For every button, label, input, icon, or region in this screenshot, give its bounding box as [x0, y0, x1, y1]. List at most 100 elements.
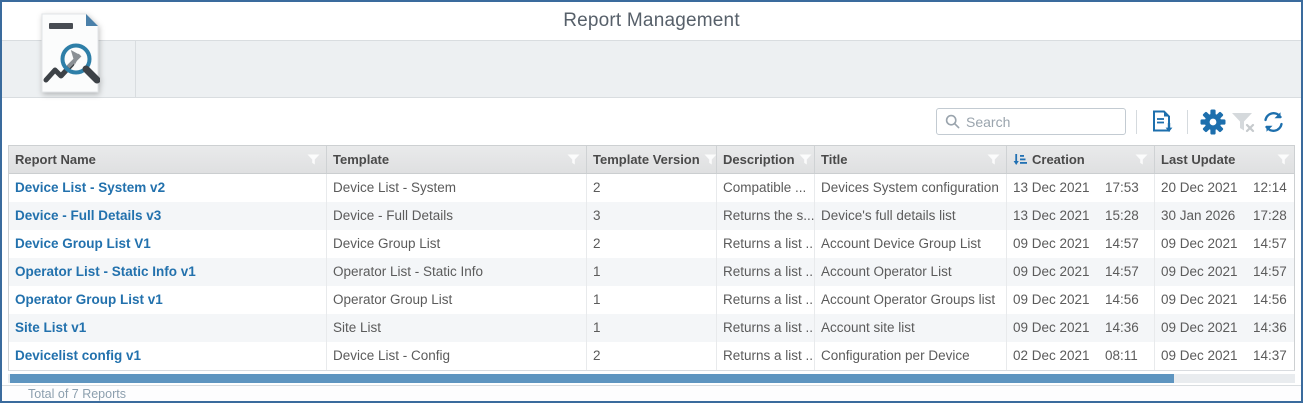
description-cell: Returns a list ...	[716, 230, 814, 258]
toolbar	[2, 98, 1301, 145]
sort-ascending-icon	[1013, 154, 1027, 165]
table-row: Device List - System v2 Device List - Sy…	[9, 174, 1294, 202]
creation-date: 13 Dec 2021	[1013, 208, 1090, 223]
column-filter-icon[interactable]	[799, 154, 812, 165]
tab-strip	[2, 13, 1301, 98]
column-filter-icon[interactable]	[1135, 154, 1148, 165]
creation-cell: 09 Dec 2021 14:56	[1006, 286, 1154, 314]
title-cell: Device's full details list	[814, 202, 1006, 230]
clear-filters-button[interactable]	[1228, 107, 1258, 137]
column-header[interactable]: Title	[814, 146, 1006, 173]
report-name-link[interactable]: Operator List - Static Info v1	[15, 264, 196, 279]
horizontal-scrollbar-track	[8, 374, 1295, 383]
reports-table: Report Name Template Template Version De…	[8, 145, 1295, 371]
creation-cell: 09 Dec 2021 14:36	[1006, 314, 1154, 342]
column-filter-icon[interactable]	[987, 154, 1000, 165]
horizontal-scrollbar-thumb[interactable]	[10, 374, 1174, 383]
column-filter-icon[interactable]	[567, 154, 580, 165]
last-update-cell: 20 Dec 2021 12:14	[1154, 174, 1296, 202]
template-cell: Device List - Config	[326, 342, 586, 370]
template-version-cell: 2	[586, 230, 716, 258]
title-cell: Account site list	[814, 314, 1006, 342]
report-name-link[interactable]: Operator Group List v1	[15, 292, 163, 307]
creation-date: 13 Dec 2021	[1013, 180, 1090, 195]
total-reports-label: Total of 7 Reports	[28, 386, 126, 401]
creation-time: 14:56	[1105, 292, 1139, 307]
column-header[interactable]: Description	[716, 146, 814, 173]
reports-module-tab[interactable]	[40, 12, 101, 94]
last-update-time: 12:14	[1253, 180, 1287, 195]
last-update-cell: 30 Jan 2026 17:28	[1154, 202, 1296, 230]
last-update-cell: 09 Dec 2021 14:37	[1154, 342, 1296, 370]
filter-clear-icon	[1232, 112, 1255, 132]
title-cell: Account Operator Groups list	[814, 286, 1006, 314]
last-update-date: 09 Dec 2021	[1161, 236, 1238, 251]
creation-date: 09 Dec 2021	[1013, 236, 1090, 251]
creation-time: 15:28	[1105, 208, 1139, 223]
column-header[interactable]: Report Name	[9, 146, 326, 173]
status-bar: Total of 7 Reports	[2, 385, 1301, 401]
report-name-link[interactable]: Device Group List V1	[15, 236, 151, 251]
search-icon	[945, 114, 960, 129]
document-export-icon	[1153, 110, 1173, 132]
template-version-cell: 2	[586, 174, 716, 202]
title-bar: Report Management	[2, 2, 1301, 40]
column-filter-icon[interactable]	[704, 154, 716, 165]
description-cell: Returns a list ...	[716, 342, 814, 370]
report-name-link[interactable]: Device - Full Details v3	[15, 208, 161, 223]
last-update-date: 30 Jan 2026	[1161, 208, 1236, 223]
last-update-time: 14:57	[1253, 236, 1287, 251]
report-management-window: Report Management Search Report Name Tem…	[0, 0, 1303, 403]
search-input[interactable]	[966, 113, 1106, 130]
last-update-date: 09 Dec 2021	[1161, 348, 1238, 363]
last-update-time: 14:57	[1253, 264, 1287, 279]
column-filter-icon[interactable]	[1277, 154, 1290, 165]
title-cell: Account Operator List	[814, 258, 1006, 286]
creation-cell: 02 Dec 2021 08:11	[1006, 342, 1154, 370]
creation-date: 09 Dec 2021	[1013, 264, 1090, 279]
report-name-link[interactable]: Device List - System v2	[15, 180, 165, 195]
template-cell: Device List - System	[326, 174, 586, 202]
refresh-button[interactable]	[1258, 107, 1288, 137]
template-version-cell: 1	[586, 286, 716, 314]
search-box	[936, 108, 1126, 135]
table-row: Operator Group List v1 Operator Group Li…	[9, 286, 1294, 314]
template-cell: Site List	[326, 314, 586, 342]
column-header[interactable]: Template	[326, 146, 586, 173]
template-cell: Operator List - Static Info	[326, 258, 586, 286]
last-update-date: 09 Dec 2021	[1161, 292, 1238, 307]
report-name-link[interactable]: Devicelist config v1	[15, 348, 141, 363]
column-filter-icon[interactable]	[307, 154, 320, 165]
creation-time: 17:53	[1105, 180, 1139, 195]
settings-button[interactable]	[1198, 107, 1228, 137]
column-header[interactable]: Creation	[1006, 146, 1154, 173]
description-cell: Returns a list ...	[716, 286, 814, 314]
creation-cell: 09 Dec 2021 14:57	[1006, 258, 1154, 286]
column-header[interactable]: Last Update	[1154, 146, 1296, 173]
template-version-cell: 1	[586, 314, 716, 342]
column-header[interactable]: Template Version	[586, 146, 716, 173]
last-update-time: 14:36	[1253, 320, 1287, 335]
column-header-label: Creation	[1032, 152, 1085, 167]
creation-time: 14:36	[1105, 320, 1139, 335]
table-body: Device List - System v2 Device List - Sy…	[9, 174, 1294, 370]
last-update-time: 17:28	[1253, 208, 1287, 223]
description-cell: Returns a list ...	[716, 314, 814, 342]
creation-time: 08:11	[1105, 348, 1138, 363]
toolbar-separator	[1187, 109, 1188, 134]
last-update-cell: 09 Dec 2021 14:56	[1154, 286, 1296, 314]
last-update-cell: 09 Dec 2021 14:57	[1154, 258, 1296, 286]
report-name-link[interactable]: Site List v1	[15, 320, 86, 335]
export-report-button[interactable]	[1147, 107, 1177, 137]
last-update-time: 14:37	[1253, 348, 1287, 363]
table-header-row: Report Name Template Template Version De…	[9, 145, 1294, 174]
creation-date: 02 Dec 2021	[1013, 348, 1090, 363]
table-row: Device - Full Details v3 Device - Full D…	[9, 202, 1294, 230]
last-update-time: 14:56	[1253, 292, 1287, 307]
description-cell: Returns a list ...	[716, 258, 814, 286]
column-header-label: Title	[821, 152, 848, 167]
creation-cell: 13 Dec 2021 15:28	[1006, 202, 1154, 230]
creation-time: 14:57	[1105, 236, 1139, 251]
last-update-date: 09 Dec 2021	[1161, 264, 1238, 279]
last-update-date: 09 Dec 2021	[1161, 320, 1238, 335]
